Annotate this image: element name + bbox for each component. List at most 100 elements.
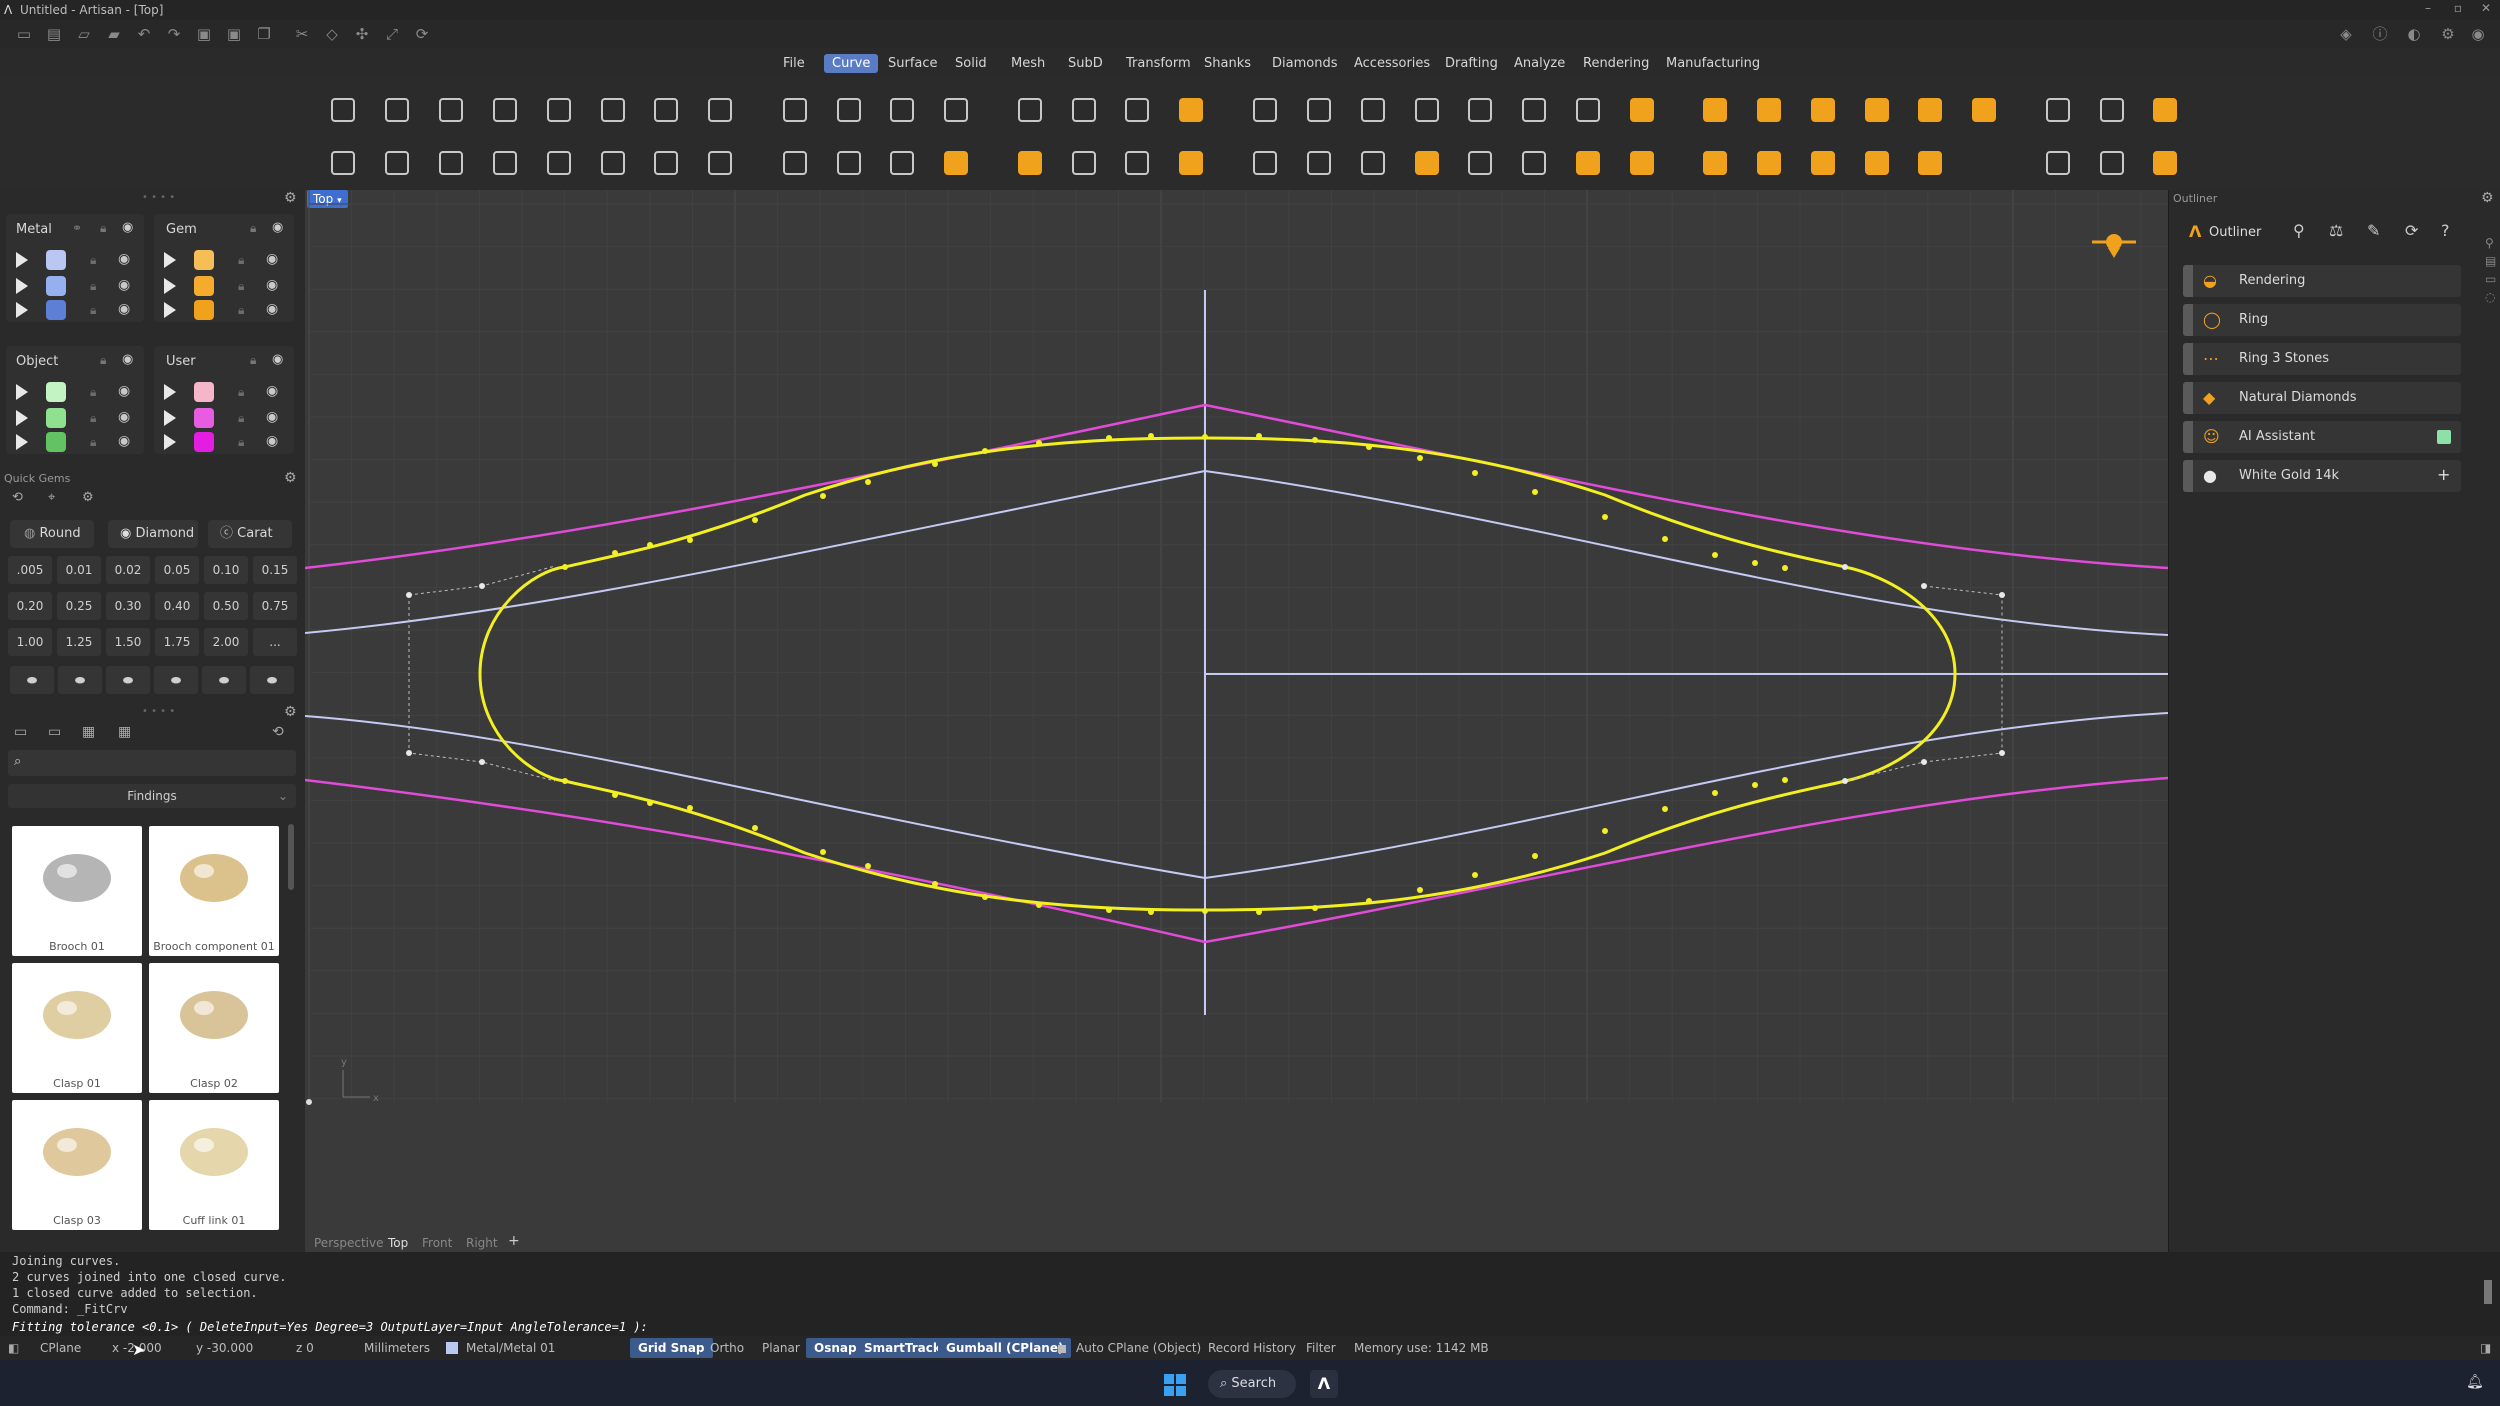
lock-icon[interactable]: 🔒︎ (238, 253, 244, 268)
layer-color-swatch[interactable] (46, 408, 66, 428)
library-settings-icon[interactable]: ⚙ (284, 704, 297, 720)
viewport-top[interactable]: Top ▾ y x (305, 190, 2168, 1252)
select-icon[interactable]: ◇ (322, 24, 342, 44)
menu-rendering[interactable]: Rendering (1575, 54, 1657, 73)
refresh-icon[interactable]: ⟳ (2405, 221, 2418, 240)
close-icon[interactable]: ✕ (2478, 1, 2494, 17)
eye-icon[interactable]: ◉ (122, 352, 133, 367)
eye-icon[interactable]: ◉ (272, 352, 283, 367)
tool-button-r2-0[interactable] (321, 141, 365, 185)
link-icon[interactable]: ⚭ (72, 221, 82, 235)
lock-icon[interactable]: 🔒︎ (90, 253, 96, 268)
control-point[interactable] (647, 800, 653, 806)
control-point[interactable] (1662, 806, 1668, 812)
eye-icon[interactable]: ◉ (118, 251, 130, 267)
layer-row[interactable]: 🔒︎ ◉ (154, 248, 284, 272)
control-point[interactable] (1256, 433, 1262, 439)
menu-accessories[interactable]: Accessories (1346, 54, 1438, 73)
play-icon[interactable] (164, 384, 176, 400)
control-point[interactable] (1712, 552, 1718, 558)
save-icon[interactable]: ▣ (194, 24, 214, 44)
lock-icon[interactable]: 🔒︎ (238, 385, 244, 400)
windows-start-icon[interactable] (1164, 1374, 1186, 1396)
template-icon[interactable]: ▤ (44, 24, 64, 44)
layer-color-swatch[interactable] (194, 300, 214, 320)
library-item[interactable]: Clasp 01 (12, 963, 142, 1093)
tab-perspective[interactable]: Perspective (314, 1236, 384, 1250)
tool-button-r1-1[interactable] (375, 88, 419, 132)
lock-icon[interactable]: 🔒︎ (238, 411, 244, 426)
tool-button-r1-24[interactable] (1693, 88, 1737, 132)
new-file-icon[interactable]: ▭ (14, 24, 34, 44)
lock-icon[interactable]: 🔒︎ (90, 411, 96, 426)
tool-button-r1-23[interactable] (1620, 88, 1664, 132)
tool-button-r1-8[interactable] (773, 88, 817, 132)
outliner-item[interactable]: ● White Gold 14k + (2183, 460, 2461, 492)
outliner-item[interactable]: ◆ Natural Diamonds (2183, 382, 2461, 414)
layer-color-swatch[interactable] (194, 432, 214, 452)
inner-lavender-curve-bottom[interactable] (305, 712, 2168, 880)
eye-icon[interactable]: ◉ (118, 301, 130, 317)
gem-size-button[interactable]: 0.20 (8, 592, 52, 620)
control-point[interactable] (1842, 778, 1848, 784)
layer-row[interactable]: 🔒︎ ◉ (6, 274, 136, 298)
control-point[interactable] (1106, 435, 1112, 441)
tool-button-r1-6[interactable] (644, 88, 688, 132)
tool-button-r2-21[interactable] (1512, 141, 1556, 185)
tool-button-r1-30[interactable] (2036, 88, 2080, 132)
eye-icon[interactable]: ◉ (266, 277, 278, 293)
tool-button-r2-26[interactable] (1801, 141, 1845, 185)
tool-button-r2-22[interactable] (1566, 141, 1610, 185)
redo-icon[interactable]: ↷ (164, 24, 184, 44)
artisan-taskbar-icon[interactable]: Λ (1310, 1370, 1338, 1398)
panel-settings-icon[interactable]: ⚙ (284, 190, 297, 206)
gem-size-button[interactable]: 2.00 (204, 628, 248, 656)
control-point[interactable] (647, 542, 653, 548)
tool-button-r1-17[interactable] (1297, 88, 1341, 132)
outliner-item[interactable]: ⋯ Ring 3 Stones (2183, 343, 2461, 375)
gem-size-button[interactable]: 0.40 (155, 592, 199, 620)
control-point[interactable] (406, 750, 412, 756)
tool-button-r1-14[interactable] (1115, 88, 1159, 132)
control-point[interactable] (752, 825, 758, 831)
tool-button-r2-12[interactable] (1008, 141, 1052, 185)
play-icon[interactable] (16, 410, 28, 426)
side-tool-icon[interactable]: ▤ (2485, 254, 2496, 268)
control-point[interactable] (687, 805, 693, 811)
control-point[interactable] (982, 894, 988, 900)
tool-button-r1-16[interactable] (1243, 88, 1287, 132)
control-point[interactable] (1842, 564, 1848, 570)
control-point[interactable] (1532, 853, 1538, 859)
quick-gems-settings-icon[interactable]: ⚙ (284, 470, 297, 486)
scale-weight-icon[interactable]: ⚖ (2329, 221, 2343, 240)
layer-row[interactable]: 🔒︎ ◉ (6, 380, 136, 404)
control-point[interactable] (1662, 536, 1668, 542)
menu-diamonds[interactable]: Diamonds (1264, 54, 1345, 73)
eye-icon[interactable]: ◉ (266, 383, 278, 399)
play-icon[interactable] (164, 302, 176, 318)
gem-size-button[interactable]: 1.25 (57, 628, 101, 656)
menu-mesh[interactable]: Mesh (1003, 54, 1053, 73)
control-point[interactable] (1602, 828, 1608, 834)
tool-button-r1-26[interactable] (1801, 88, 1845, 132)
layer-row[interactable]: 🔒︎ ◉ (6, 406, 136, 430)
control-point[interactable] (1921, 583, 1927, 589)
control-point[interactable] (562, 778, 568, 784)
tool-button-r2-30[interactable] (2090, 141, 2134, 185)
control-point[interactable] (1036, 902, 1042, 908)
lock-icon[interactable]: 🔒︎ (238, 279, 244, 294)
control-point[interactable] (820, 849, 826, 855)
control-point[interactable] (1782, 777, 1788, 783)
play-icon[interactable] (16, 278, 28, 294)
tool-button-r1-12[interactable] (1008, 88, 1052, 132)
diamond-shape-button[interactable]: ◉ Diamond (108, 520, 198, 548)
eye-icon[interactable]: ◉ (118, 277, 130, 293)
tab-right[interactable]: Right (466, 1236, 498, 1250)
control-point[interactable] (1202, 434, 1208, 440)
layer-color-swatch[interactable] (194, 408, 214, 428)
move-icon[interactable]: ✣ (352, 24, 372, 44)
panel-toggle-icon[interactable]: ◧ (8, 1341, 19, 1355)
gem-cut-cushion-icon[interactable]: ⬬ (58, 666, 102, 694)
refresh-icon[interactable]: ⟲ (272, 724, 284, 740)
tool-button-r2-16[interactable] (1243, 141, 1287, 185)
